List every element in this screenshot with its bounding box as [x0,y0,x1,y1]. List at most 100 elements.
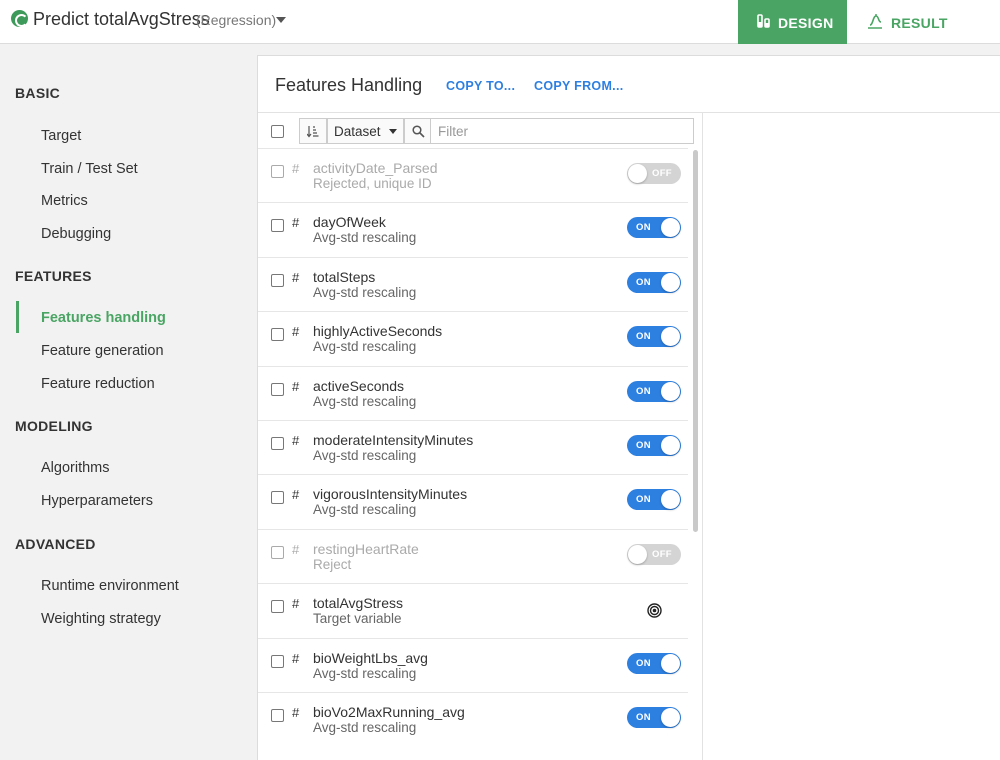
sidebar-item-feature-reduction[interactable]: Feature reduction [41,376,155,392]
toggle-knob[interactable] [661,436,680,455]
toggle-knob[interactable] [661,327,680,347]
toggle-knob[interactable] [628,544,647,564]
numeric-type-icon: # [292,269,300,285]
numeric-type-icon: # [292,433,300,448]
tab-result-label: RESULT [891,15,948,31]
feature-row[interactable]: # bioVo2MaxRunning_avg Avg-std rescaling ON [258,692,688,746]
numeric-type-icon: # [292,487,300,503]
sidebar-item-hyperparameters[interactable]: Hyperparameters [41,493,153,509]
feature-name[interactable]: totalSteps [313,269,375,285]
sidebar-item-weighting-strategy[interactable]: Weighting strategy [41,611,161,627]
sidebar-item-target[interactable]: Target [41,128,81,144]
sidebar-item-train-test-set[interactable]: Train / Test Set [41,161,138,177]
feature-row-checkbox[interactable] [271,600,284,614]
feature-name[interactable]: dayOfWeek [313,214,386,230]
sidebar-item-debugging[interactable]: Debugging [41,226,111,242]
design-flask-icon [757,14,770,28]
feature-row[interactable]: # totalAvgStress Target variable [258,583,688,637]
feature-row-checkbox[interactable] [271,165,284,178]
feature-toggle[interactable]: OFF [627,163,681,184]
sidebar-item-feature-generation[interactable]: Feature generation [41,343,164,359]
toggle-state-label: OFF [652,548,672,560]
feature-row-checkbox[interactable] [271,437,284,450]
panel-title: Features Handling [275,75,423,95]
feature-handling-description: Avg-std rescaling [313,720,417,735]
feature-name[interactable]: vigorousIntensityMinutes [313,486,467,502]
feature-row[interactable]: # restingHeartRate Reject OFF [258,528,688,583]
feature-name[interactable]: activityDate_Parsed [313,160,438,176]
toggle-state-label: OFF [652,168,672,179]
sidebar-item-metrics[interactable]: Metrics [41,193,88,209]
feature-handling-description: Avg-std rescaling [313,339,417,355]
feature-toggle[interactable]: ON [627,652,681,674]
numeric-type-icon: # [292,541,300,557]
feature-row[interactable]: # totalSteps Avg-std rescaling ON [258,256,688,311]
numeric-type-icon: # [292,324,300,340]
tab-result[interactable]: RESULT [860,0,980,44]
feature-row-checkbox[interactable] [271,491,284,505]
feature-handling-description: Rejected, unique ID [313,176,432,191]
tab-design[interactable]: DESIGN [738,0,847,44]
search-icon [412,125,425,138]
feature-list-scrollbar[interactable] [693,150,698,532]
feature-toggle[interactable]: ON [627,326,681,348]
feature-name[interactable]: bioVo2MaxRunning_avg [313,704,465,720]
sort-button[interactable] [299,118,327,144]
feature-row[interactable]: # activeSeconds Avg-std rescaling ON [258,365,688,420]
toggle-state-label: ON [636,276,651,288]
feature-row-checkbox[interactable] [271,219,284,233]
tab-design-label: DESIGN [778,15,834,31]
feature-toggle[interactable]: OFF [627,543,681,565]
sidebar-item-features-handling[interactable]: Features handling [41,310,166,326]
feature-name[interactable]: bioWeightLbs_avg [313,650,428,666]
feature-toggle[interactable]: ON [627,271,681,293]
feature-name[interactable]: restingHeartRate [313,541,419,557]
sidebar-section-modeling: MODELING [15,418,93,434]
filter-input[interactable] [431,118,694,144]
feature-row[interactable]: # moderateIntensityMinutes Avg-std rescali… [258,420,688,474]
sidebar-item-runtime-environment[interactable]: Runtime environment [41,578,179,594]
numeric-type-icon: # [292,215,300,231]
feature-toggle[interactable]: ON [627,217,681,239]
feature-name[interactable]: highlyActiveSeconds [313,323,442,339]
feature-row-checkbox[interactable] [271,328,284,342]
features-handling-panel: Features Handling COPY TO... COPY FROM..… [257,55,1000,760]
column-divider [702,113,703,760]
copy-from-link[interactable]: COPY FROM... [534,79,624,93]
feature-handling-description: Avg-std rescaling [313,665,417,681]
feature-row[interactable]: # dayOfWeek Avg-std rescaling ON [258,202,688,256]
app-logo-icon[interactable] [11,10,28,27]
toggle-knob[interactable] [628,164,647,183]
toggle-knob[interactable] [661,708,680,727]
feature-row-checkbox[interactable] [271,709,284,722]
dataset-sort-select[interactable]: Dataset [327,118,404,144]
feature-row[interactable]: # activityDate_Parsed Rejected, unique ID O… [258,148,688,202]
feature-row[interactable]: # vigorousIntensityMinutes Avg-std rescali… [258,474,688,528]
toggle-knob[interactable] [661,653,680,673]
toggle-knob[interactable] [661,272,680,292]
feature-row[interactable]: # bioWeightLbs_avg Avg-std rescaling ON [258,637,688,692]
feature-row-checkbox[interactable] [271,654,284,668]
feature-toggle[interactable]: ON [627,380,681,402]
feature-row-checkbox[interactable] [271,273,284,287]
feature-row-checkbox[interactable] [271,382,284,396]
select-all-checkbox[interactable] [271,125,284,138]
feature-toggle[interactable]: ON [627,489,681,511]
toggle-knob[interactable] [661,381,680,401]
feature-row-checkbox[interactable] [271,545,284,559]
copy-to-link[interactable]: COPY TO... [446,79,515,93]
sidebar-section-advanced: ADVANCED [15,536,96,552]
feature-name[interactable]: activeSeconds [313,378,404,394]
feature-name[interactable]: moderateIntensityMinutes [313,432,473,448]
feature-toggle[interactable]: ON [627,435,681,456]
search-button[interactable] [404,118,431,144]
feature-toggle[interactable]: ON [627,707,681,728]
numeric-type-icon: # [292,596,300,612]
toggle-knob[interactable] [661,218,680,238]
feature-name[interactable]: totalAvgStress [313,595,403,611]
numeric-type-icon: # [292,650,300,666]
toggle-knob[interactable] [661,490,680,510]
title-dropdown-chevron-down-icon[interactable] [276,17,286,23]
feature-row[interactable]: # highlyActiveSeconds Avg-std rescaling ON [258,311,688,365]
sidebar-item-algorithms[interactable]: Algorithms [41,460,110,476]
